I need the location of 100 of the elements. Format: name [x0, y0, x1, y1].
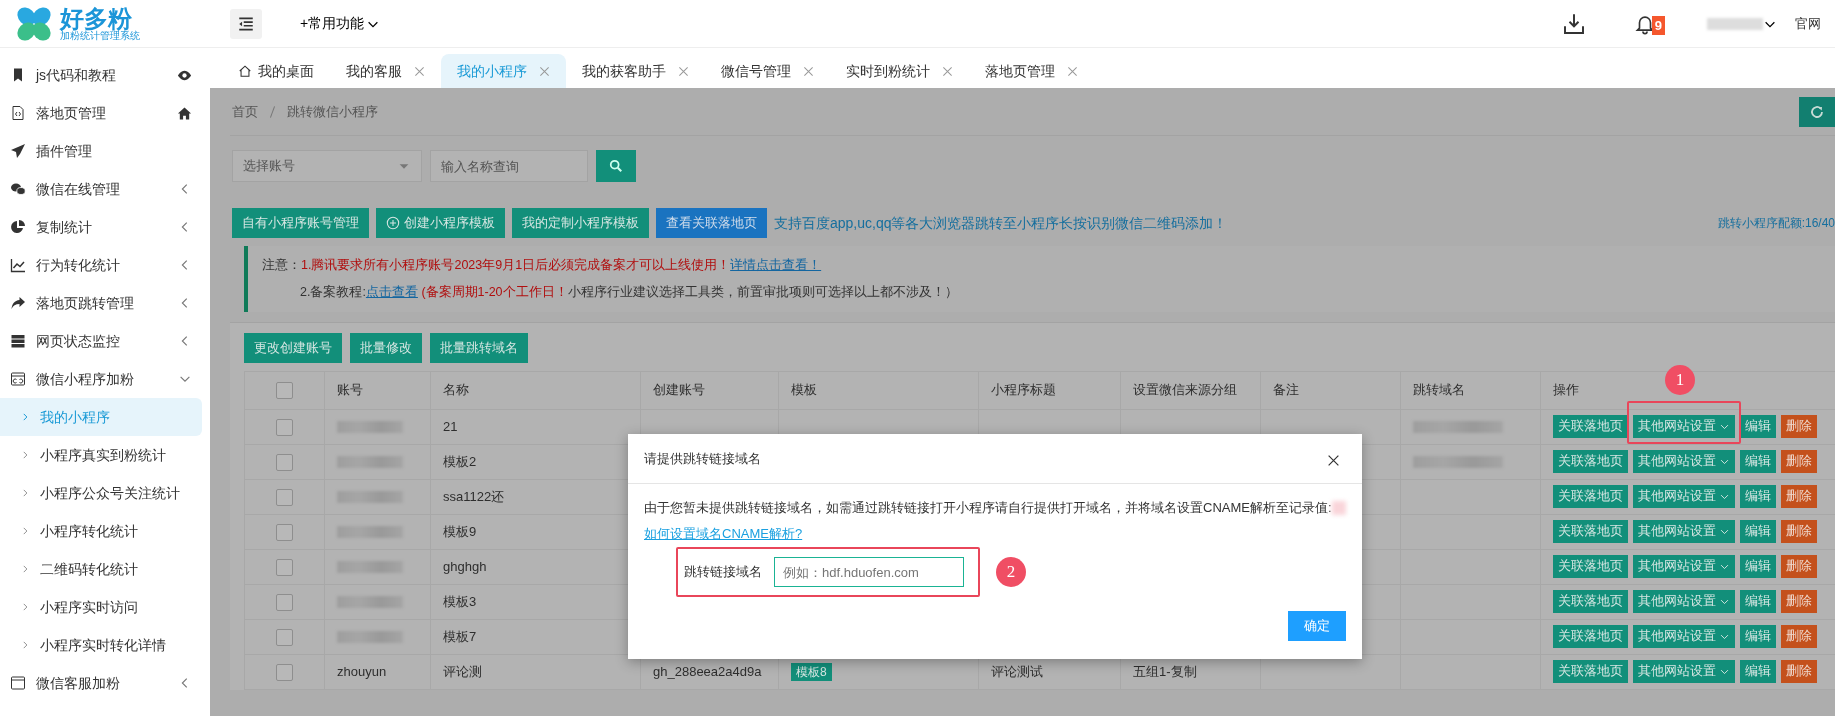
sidebar-item[interactable]: js代码和教程	[0, 56, 210, 94]
sidebar-item[interactable]: 复制统计	[0, 208, 210, 246]
delete-button[interactable]: 删除	[1781, 555, 1817, 578]
tab[interactable]: 我的客服	[330, 54, 441, 88]
settings-dropdown-button[interactable]: 其他网站设置	[1633, 485, 1735, 508]
close-icon[interactable]	[942, 65, 953, 77]
table-cell: zhouyun	[337, 663, 387, 679]
tab[interactable]: 我的获客助手	[566, 54, 705, 88]
row-checkbox[interactable]	[276, 593, 293, 611]
notice-link[interactable]: 点击查看	[365, 284, 418, 299]
sidebar-subitem[interactable]: 二维码转化统计	[0, 550, 202, 588]
settings-dropdown-button[interactable]: 其他网站设置	[1633, 625, 1735, 648]
settings-dropdown-button[interactable]: 其他网站设置	[1633, 450, 1735, 473]
toolbar-button[interactable]: 自有小程序账号管理	[232, 208, 369, 238]
close-icon[interactable]	[803, 65, 814, 77]
paper-plane-icon	[10, 143, 26, 159]
notice-link[interactable]: 详情点击查看！	[730, 258, 822, 272]
edit-button[interactable]: 编辑	[1740, 450, 1776, 473]
menu-toggle-button[interactable]	[230, 8, 262, 39]
close-icon[interactable]	[539, 65, 550, 77]
breadcrumb-link[interactable]: 首页	[232, 101, 258, 122]
sidebar-item[interactable]: 落地页跳转管理	[0, 284, 210, 322]
edit-button[interactable]: 编辑	[1740, 415, 1776, 438]
sidebar-subitem[interactable]: 小程序真实到粉统计	[0, 436, 202, 474]
delete-button[interactable]: 删除	[1781, 660, 1817, 683]
edit-button[interactable]: 编辑	[1740, 625, 1776, 648]
batch-action-button[interactable]: 批量修改	[350, 332, 422, 363]
sidebar-item[interactable]: 插件管理	[0, 132, 210, 170]
close-icon	[1327, 453, 1340, 467]
tab[interactable]: 落地页管理	[969, 54, 1094, 88]
domain-input-field[interactable]: 例如：hdf.hduofen.com	[774, 557, 964, 587]
row-checkbox[interactable]	[276, 663, 293, 681]
delete-button[interactable]: 删除	[1781, 590, 1817, 613]
delete-button[interactable]: 删除	[1781, 625, 1817, 648]
link-landing-button[interactable]: 关联落地页	[1553, 625, 1628, 648]
link-landing-button[interactable]: 关联落地页	[1553, 555, 1628, 578]
delete-button[interactable]: 删除	[1781, 520, 1817, 543]
edit-button[interactable]: 编辑	[1740, 660, 1776, 683]
sidebar-item[interactable]: 落地页管理	[0, 94, 210, 132]
help-link[interactable]: 如何设置域名CNAME解析?	[644, 523, 803, 543]
sidebar-subitem[interactable]: 小程序实时访问	[0, 588, 202, 626]
tab[interactable]: 我的桌面	[222, 54, 330, 88]
confirm-button[interactable]: 确定	[1288, 611, 1346, 641]
sidebar-item[interactable]: 微信在线管理	[0, 170, 210, 208]
sidebar-item[interactable]: 微信小程序加粉	[0, 360, 210, 398]
column-header: 创建账号	[640, 371, 779, 409]
sidebar-item[interactable]: 微信客服加粉	[0, 664, 210, 702]
sidebar-subitem[interactable]: 小程序转化统计	[0, 512, 202, 550]
toolbar-button[interactable]: 创建小程序模板	[376, 208, 505, 238]
batch-action-button[interactable]: 更改创建账号	[244, 332, 342, 363]
row-checkbox[interactable]	[276, 418, 293, 436]
toolbar-button[interactable]: 查看关联落地页	[656, 208, 767, 238]
toolbar-button[interactable]: 我的定制小程序模板	[512, 208, 649, 238]
sidebar-subitem[interactable]: 我的小程序	[0, 398, 202, 436]
link-landing-button[interactable]: 关联落地页	[1553, 450, 1628, 473]
edit-button[interactable]: 编辑	[1740, 555, 1776, 578]
account-select[interactable]: 选择账号	[232, 150, 422, 182]
tab[interactable]: 微信号管理	[705, 54, 830, 88]
row-checkbox[interactable]	[276, 453, 293, 471]
sidebar-item[interactable]: 网页状态监控	[0, 322, 210, 360]
settings-dropdown-button[interactable]: 其他网站设置	[1633, 415, 1735, 438]
batch-action-button[interactable]: 批量跳转域名	[430, 332, 528, 363]
search-button[interactable]	[596, 150, 636, 182]
settings-dropdown-button[interactable]: 其他网站设置	[1633, 660, 1735, 683]
select-all-checkbox[interactable]	[276, 382, 293, 400]
sidebar-item[interactable]: 行为转化统计	[0, 246, 210, 284]
download-icon[interactable]	[1561, 11, 1586, 36]
link-landing-button[interactable]: 关联落地页	[1553, 660, 1628, 683]
delete-button[interactable]: 删除	[1781, 415, 1817, 438]
delete-button[interactable]: 删除	[1781, 450, 1817, 473]
edit-button[interactable]: 编辑	[1740, 520, 1776, 543]
column-header: 账号	[324, 371, 431, 409]
quick-menu-dropdown[interactable]: +常用功能	[294, 12, 387, 35]
settings-dropdown-button[interactable]: 其他网站设置	[1633, 590, 1735, 613]
row-checkbox[interactable]	[276, 523, 293, 541]
name-search-field[interactable]: 输入名称查询	[430, 150, 588, 182]
table-cell: ghghgh	[443, 558, 487, 574]
link-landing-button[interactable]: 关联落地页	[1553, 485, 1628, 508]
edit-button[interactable]: 编辑	[1740, 590, 1776, 613]
close-icon[interactable]	[678, 65, 689, 77]
refresh-button[interactable]	[1799, 96, 1835, 127]
link-landing-button[interactable]: 关联落地页	[1553, 590, 1628, 613]
close-icon[interactable]	[414, 65, 425, 77]
sidebar-subitem[interactable]: 小程序公众号关注统计	[0, 474, 202, 512]
close-icon[interactable]	[1067, 65, 1078, 77]
sidebar-subitem[interactable]: 小程序实时转化详情	[0, 626, 202, 664]
row-checkbox[interactable]	[276, 488, 293, 506]
plus-circle-icon	[386, 216, 400, 230]
link-landing-button[interactable]: 关联落地页	[1553, 520, 1628, 543]
website-link[interactable]: 官网	[1795, 13, 1821, 34]
row-checkbox[interactable]	[276, 628, 293, 646]
promo-link[interactable]: 支持百度app,uc,qq等各大浏览器跳转至小程序长按识别微信二维码添加！	[774, 212, 1228, 234]
edit-button[interactable]: 编辑	[1740, 485, 1776, 508]
tab[interactable]: 实时到粉统计	[830, 54, 969, 88]
row-checkbox[interactable]	[276, 558, 293, 576]
link-landing-button[interactable]: 关联落地页	[1553, 415, 1628, 438]
tab[interactable]: 我的小程序	[441, 54, 566, 88]
settings-dropdown-button[interactable]: 其他网站设置	[1633, 555, 1735, 578]
settings-dropdown-button[interactable]: 其他网站设置	[1633, 520, 1735, 543]
delete-button[interactable]: 删除	[1781, 485, 1817, 508]
